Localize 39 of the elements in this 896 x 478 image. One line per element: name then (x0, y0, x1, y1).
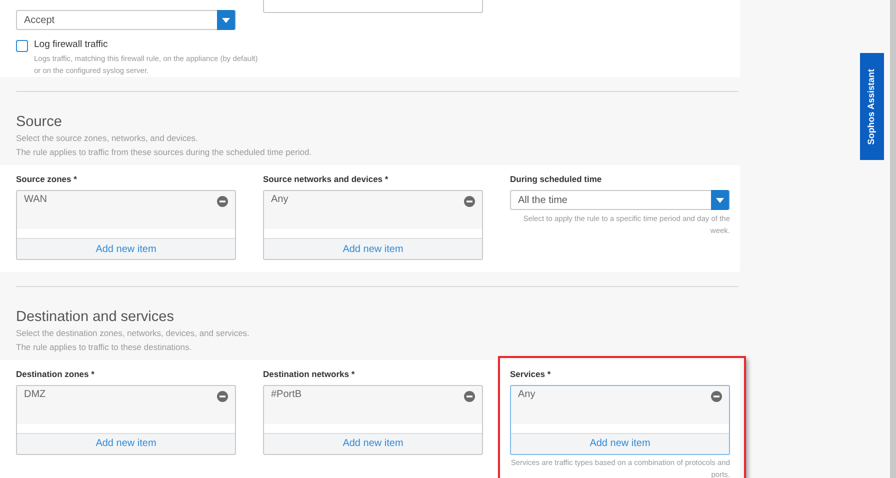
remove-icon[interactable] (711, 390, 722, 402)
assistant-tab[interactable]: Sophos Assistant (860, 53, 884, 160)
field-label: Source zones * (16, 173, 78, 186)
list-item: WAN (24, 193, 47, 207)
section-description: The rule applies to traffic from these sources during the scheduled time period. (16, 146, 313, 160)
section-title: Source (16, 113, 63, 132)
remove-icon[interactable] (464, 390, 475, 402)
add-item-button[interactable]: Add new item (264, 434, 482, 454)
dropdown[interactable]: All the time (510, 190, 730, 210)
dropdown-toggle[interactable] (217, 10, 235, 30)
dropdown-value: Accept (23, 14, 56, 28)
scrollbar[interactable] (890, 0, 896, 478)
add-item-button[interactable]: Add new item (17, 434, 235, 454)
remove-icon[interactable] (217, 390, 228, 402)
dropdown-toggle[interactable] (711, 190, 729, 210)
list-item: Any (271, 193, 288, 207)
field-label: Services * (510, 368, 552, 381)
field-label: Destination zones * (16, 368, 96, 381)
add-item-button[interactable]: Add new item (264, 239, 482, 259)
list-item: #PortB (271, 388, 302, 402)
dropdown-value: All the time (517, 194, 568, 208)
remove-icon[interactable] (464, 196, 475, 207)
add-item-button[interactable]: Add new item (17, 239, 235, 259)
caret-icon (222, 18, 230, 22)
list-item: DMZ (24, 388, 46, 402)
section-description: Select the destination zones, networks, devices, and services. (16, 327, 250, 340)
remove-icon[interactable] (217, 196, 228, 207)
dropdown[interactable]: Accept (16, 10, 236, 30)
field-label: Source networks and devices * (263, 173, 390, 186)
caret-icon (716, 198, 724, 202)
list-item: Any (518, 388, 536, 402)
section-description: Select the source zones, networks, and devices. (16, 132, 199, 146)
checkbox-label: Log firewall traffic (34, 38, 109, 52)
add-item-button[interactable]: Add new item (511, 434, 729, 454)
field-label: During scheduled time (510, 173, 603, 186)
section-description: The rule applies to traffic to these destinations. (16, 341, 193, 354)
field-label: Destination networks * (263, 368, 356, 381)
section-title: Destination and services (16, 308, 175, 326)
checkbox[interactable] (16, 40, 28, 52)
